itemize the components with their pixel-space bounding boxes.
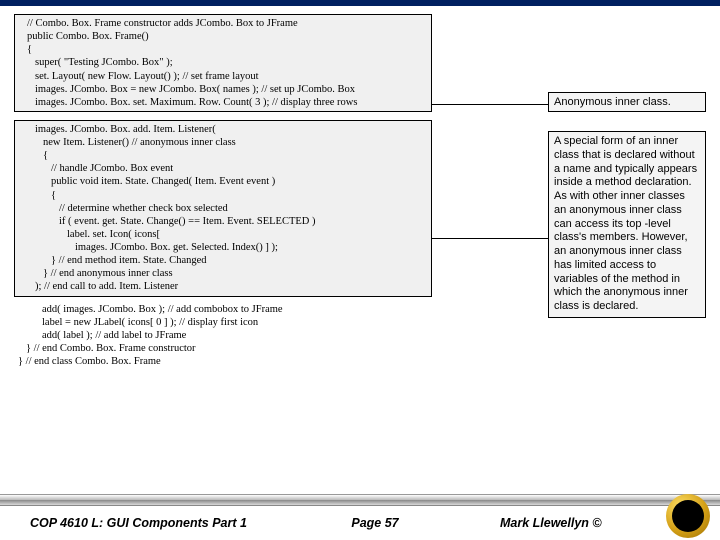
divider-chrome-bar <box>0 494 720 506</box>
code-line: label. set. Icon( icons[ <box>19 228 427 241</box>
code-line: // Combo. Box. Frame constructor adds JC… <box>19 17 427 30</box>
code-line: label = new JLabel( icons[ 0 ] ); // dis… <box>18 316 428 329</box>
code-line: } // end class Combo. Box. Frame <box>18 355 428 368</box>
annotation-text: A special form of an inner class that is… <box>554 135 697 312</box>
logo-inner <box>672 500 704 532</box>
code-line: } // end method item. State. Changed <box>19 254 427 267</box>
code-line: new Item. Listener() // anonymous inner … <box>19 136 427 149</box>
code-block-constructor: // Combo. Box. Frame constructor adds JC… <box>14 14 432 112</box>
footer-page-number: Page 57 <box>300 516 450 530</box>
annotation-anonymous-desc: A special form of an inner class that is… <box>548 131 706 318</box>
code-block-listener: images. JCombo. Box. add. Item. Listener… <box>14 120 432 297</box>
footer-course-title: COP 4610 L: GUI Components Part 1 <box>0 516 300 530</box>
code-line: ); // end call to add. Item. Listener <box>19 280 427 293</box>
code-line: images. JCombo. Box. set. Maximum. Row. … <box>19 96 427 109</box>
code-line: // determine whether check box selected <box>19 202 427 215</box>
code-line: add( label ); // add label to JFrame <box>18 329 428 342</box>
logo-circle <box>666 494 710 538</box>
code-line: // handle JCombo. Box event <box>19 162 427 175</box>
code-line: { <box>19 149 427 162</box>
code-line: if ( event. get. State. Change() == Item… <box>19 215 427 228</box>
code-line: images. JCombo. Box = new JCombo. Box( n… <box>19 83 427 96</box>
code-line: images. JCombo. Box. add. Item. Listener… <box>19 123 427 136</box>
annotation-anonymous-title: Anonymous inner class. <box>548 92 706 112</box>
annotation-text: Anonymous inner class. <box>554 96 671 108</box>
code-line: super( "Testing JCombo. Box" ); <box>19 56 427 69</box>
code-line: { <box>19 189 427 202</box>
ucf-logo <box>666 494 712 540</box>
connector-line <box>432 104 548 105</box>
code-line: add( images. JCombo. Box ); // add combo… <box>18 303 428 316</box>
footer: COP 4610 L: GUI Components Part 1 Page 5… <box>0 506 720 540</box>
code-line: set. Layout( new Flow. Layout() ); // se… <box>19 70 427 83</box>
connector-line <box>432 238 548 239</box>
slide-content: // Combo. Box. Frame constructor adds JC… <box>0 6 720 496</box>
code-line: public Combo. Box. Frame() <box>19 30 427 43</box>
code-line: { <box>19 43 427 56</box>
code-line: } // end Combo. Box. Frame constructor <box>18 342 428 355</box>
code-block-end: add( images. JCombo. Box ); // add combo… <box>14 301 432 369</box>
code-line: public void item. State. Changed( Item. … <box>19 175 427 188</box>
code-line: images. JCombo. Box. get. Selected. Inde… <box>19 241 427 254</box>
code-line: } // end anonymous inner class <box>19 267 427 280</box>
